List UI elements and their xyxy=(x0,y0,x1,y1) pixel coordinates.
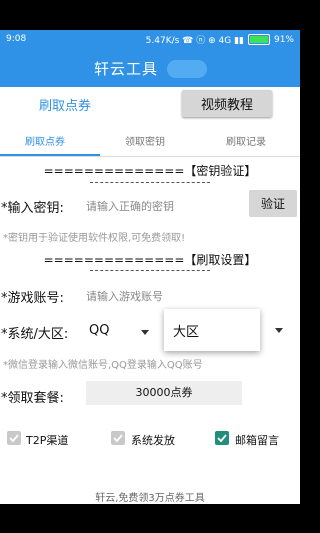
package-label: *领取套餐: xyxy=(1,391,64,406)
bottom-bar xyxy=(0,504,300,533)
checkbox-system-issue[interactable] xyxy=(111,431,125,445)
system-region-label: *系统/大区: xyxy=(1,327,69,342)
verify-button[interactable]: 验证 xyxy=(249,190,297,217)
tab-bar: 刷取点券 领取密钥 刷取记录 xyxy=(0,124,300,157)
battery-percent: 91% xyxy=(273,34,294,45)
app-title: 轩云工具 xyxy=(94,60,159,78)
settings-section-title: ==============【刷取设置】 xyxy=(43,253,257,267)
tab-indicator xyxy=(0,154,100,156)
footer-text: 轩云,免费领3万点券工具 xyxy=(95,493,205,504)
status-time: 9:08 xyxy=(6,34,27,44)
section-divider xyxy=(90,270,210,271)
checkbox-system-issue-label: 系统发放 xyxy=(131,434,175,447)
region-value: 大区 xyxy=(173,325,200,340)
region-select[interactable]: 大区 xyxy=(164,309,260,351)
checkbox-mail-message-label: 邮箱留言 xyxy=(235,434,279,447)
key-label: *输入密钥: xyxy=(1,201,64,216)
account-label: *游戏账号: xyxy=(1,291,64,306)
checkbox-mail-message[interactable] xyxy=(215,431,229,445)
tab-refresh-coupon[interactable]: 刷取点券 xyxy=(25,133,65,148)
system-select[interactable]: QQ xyxy=(89,323,109,338)
battery-icon xyxy=(247,34,270,45)
account-input[interactable]: 请输入游戏账号 xyxy=(86,288,163,304)
refresh-coupon-link[interactable]: 刷取点券 xyxy=(39,95,91,114)
status-icons: 5.47K/s ☎ ⓝ ⊕ 4G ▮▮ 91% xyxy=(146,33,294,46)
status-indicators: 5.47K/s ☎ ⓝ ⊕ 4G ▮▮ xyxy=(145,36,244,46)
app-bar: 轩云工具 xyxy=(0,50,300,87)
tab-get-key[interactable]: 领取密钥 xyxy=(125,133,165,148)
chevron-down-icon[interactable] xyxy=(141,330,149,335)
account-hint: *微信登录输入微信账号,QQ登录输入QQ账号 xyxy=(3,360,203,371)
logo-icon xyxy=(167,60,207,78)
section-divider xyxy=(90,182,210,183)
phone-frame: 9:08 5.47K/s ☎ ⓝ ⊕ 4G ▮▮ 91% 轩云工具 刷取点券 视… xyxy=(0,0,300,533)
key-hint: *密钥用于验证使用软件权限,可免费领取! xyxy=(3,233,186,244)
status-bar: 9:08 5.47K/s ☎ ⓝ ⊕ 4G ▮▮ 91% xyxy=(0,30,300,50)
key-verify-section-title: ==============【密钥验证】 xyxy=(43,164,257,178)
chevron-down-icon[interactable] xyxy=(275,328,283,333)
video-tutorial-button[interactable]: 视频教程 xyxy=(182,90,272,117)
checkbox-t2p-label: T2P渠道 xyxy=(26,434,69,447)
tab-refresh-record[interactable]: 刷取记录 xyxy=(226,133,266,148)
main-content: 刷取点券 视频教程 刷取点券 领取密钥 刷取记录 ==============【… xyxy=(0,87,300,504)
key-input[interactable]: 请输入正确的密钥 xyxy=(86,198,174,214)
package-select[interactable]: 30000点券 xyxy=(86,381,242,405)
checkbox-t2p[interactable] xyxy=(7,431,21,445)
